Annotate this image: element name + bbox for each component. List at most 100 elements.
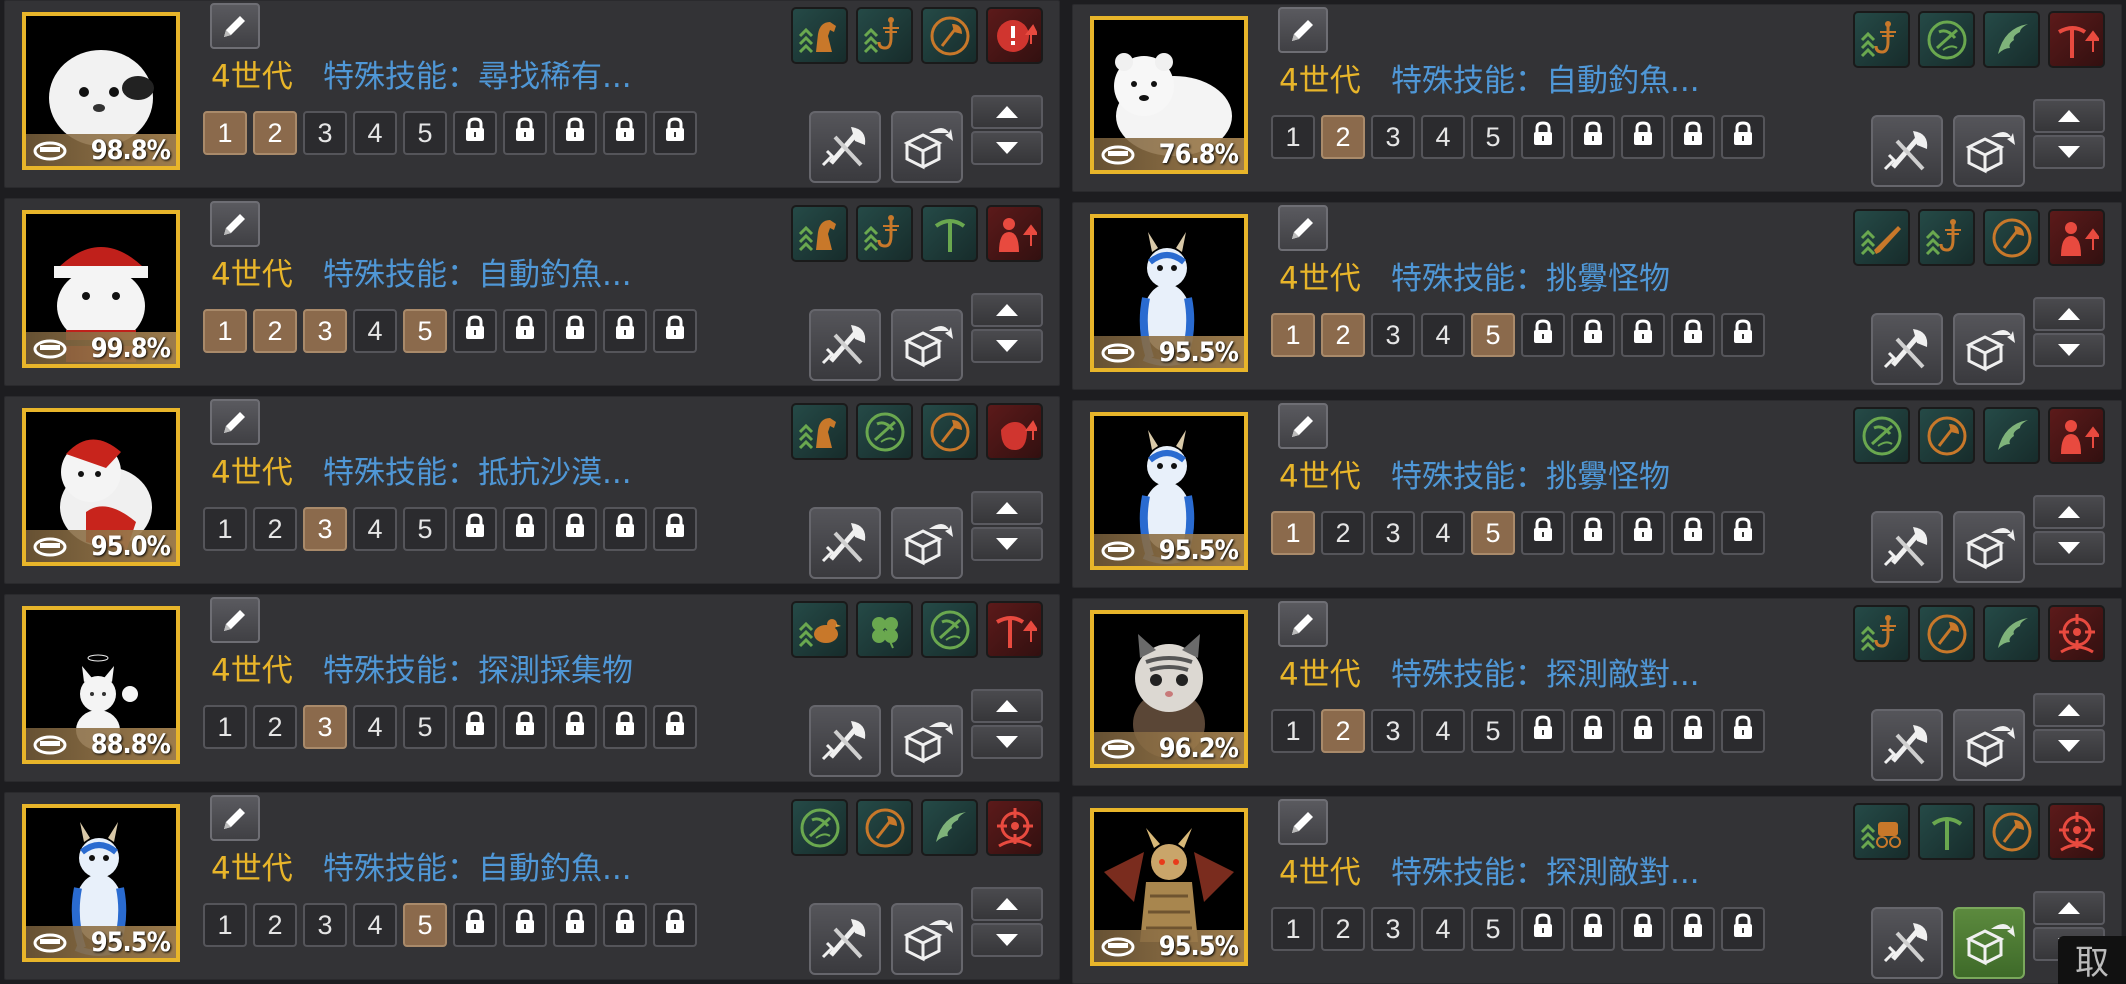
move-up-button[interactable] (2033, 693, 2105, 727)
move-up-button[interactable] (971, 689, 1043, 723)
skill-slot-4[interactable]: 4 (353, 309, 397, 353)
skill-slot-4[interactable]: 4 (353, 507, 397, 551)
ability-axe-icon[interactable] (856, 799, 913, 856)
skill-slot-3[interactable]: 3 (1371, 313, 1415, 357)
rename-button[interactable] (1278, 205, 1328, 251)
skill-slot-4[interactable]: 4 (1421, 313, 1465, 357)
skill-slot-5[interactable]: 5 (1471, 709, 1515, 753)
skill-slot-5[interactable]: 5 (1471, 511, 1515, 555)
rename-button[interactable] (1278, 601, 1328, 647)
ability-fishing-rank-icon[interactable] (856, 205, 913, 262)
swap-tool-button[interactable] (1871, 115, 1943, 187)
skill-slot-5[interactable]: 5 (1471, 115, 1515, 159)
ability-wing-icon[interactable] (1983, 11, 2040, 68)
swap-tool-button[interactable] (1871, 709, 1943, 781)
ability-red-bag-icon[interactable] (986, 403, 1043, 460)
pet-portrait[interactable]: 99.8% (22, 210, 180, 368)
skill-slot-5[interactable]: 5 (403, 903, 447, 947)
skill-slot-3[interactable]: 3 (303, 309, 347, 353)
skill-slot-1[interactable]: 1 (203, 903, 247, 947)
ability-axe-icon[interactable] (1983, 803, 2040, 860)
rename-button[interactable] (210, 3, 260, 49)
pet-card[interactable]: 76.8% 4世代 特殊技能：自動釣魚... 1 2 3 4 5 (1072, 4, 2122, 192)
pet-portrait[interactable]: 95.5% (1090, 412, 1248, 570)
swap-pack-button[interactable] (891, 507, 963, 579)
move-down-button[interactable] (971, 131, 1043, 165)
skill-slot-2[interactable]: 2 (1321, 115, 1365, 159)
swap-pack-button[interactable] (1953, 907, 2025, 979)
swap-tool-button[interactable] (1871, 313, 1943, 385)
skill-slot-5[interactable]: 5 (1471, 907, 1515, 951)
ability-clover-icon[interactable] (856, 601, 913, 658)
skill-slot-2[interactable]: 2 (1321, 511, 1365, 555)
ability-wing-icon[interactable] (1983, 407, 2040, 464)
skill-slot-5[interactable]: 5 (403, 705, 447, 749)
ability-red-pickaxe-up-icon[interactable] (2048, 11, 2105, 68)
pet-portrait[interactable]: 88.8% (22, 606, 180, 764)
skill-slot-3[interactable]: 3 (1371, 907, 1415, 951)
skill-slot-3[interactable]: 3 (1371, 115, 1415, 159)
pet-card[interactable]: 95.5% 4世代 特殊技能：自動釣魚... 1 2 3 4 5 (4, 792, 1060, 980)
pet-portrait[interactable]: 95.5% (1090, 808, 1248, 966)
skill-slot-4[interactable]: 4 (1421, 511, 1465, 555)
rename-button[interactable] (210, 399, 260, 445)
rename-button[interactable] (210, 597, 260, 643)
move-down-button[interactable] (971, 923, 1043, 957)
pet-portrait[interactable]: 76.8% (1090, 16, 1248, 174)
ability-gather-icon[interactable] (921, 601, 978, 658)
ability-gather-icon[interactable] (1918, 11, 1975, 68)
swap-tool-button[interactable] (809, 705, 881, 777)
skill-slot-1[interactable]: 1 (1271, 115, 1315, 159)
skill-slot-2[interactable]: 2 (253, 111, 297, 155)
skill-slot-2[interactable]: 2 (253, 705, 297, 749)
ability-gather-icon[interactable] (856, 403, 913, 460)
skill-slot-3[interactable]: 3 (303, 705, 347, 749)
ability-fishing-rank-icon[interactable] (1853, 11, 1910, 68)
ability-red-target-icon[interactable] (986, 799, 1043, 856)
ability-fishing-rank-icon[interactable] (1853, 605, 1910, 662)
skill-slot-1[interactable]: 1 (203, 507, 247, 551)
swap-pack-button[interactable] (1953, 115, 2025, 187)
ability-wing-icon[interactable] (921, 799, 978, 856)
skill-slot-4[interactable]: 4 (1421, 907, 1465, 951)
pet-card[interactable]: 98.8% 4世代 特殊技能：尋找稀有... 1 2 3 4 5 (4, 0, 1060, 188)
move-down-button[interactable] (971, 527, 1043, 561)
ability-red-person-up-icon[interactable] (2048, 209, 2105, 266)
skill-slot-1[interactable]: 1 (1271, 709, 1315, 753)
skill-slot-1[interactable]: 1 (203, 111, 247, 155)
skill-slot-4[interactable]: 4 (1421, 115, 1465, 159)
move-down-button[interactable] (2033, 135, 2105, 169)
move-up-button[interactable] (971, 491, 1043, 525)
skill-slot-5[interactable]: 5 (403, 507, 447, 551)
skill-slot-4[interactable]: 4 (353, 903, 397, 947)
ability-pickaxe-icon[interactable] (1918, 803, 1975, 860)
corner-tab[interactable]: 取 (2058, 936, 2126, 984)
skill-slot-2[interactable]: 2 (1321, 313, 1365, 357)
swap-tool-button[interactable] (809, 507, 881, 579)
move-up-button[interactable] (2033, 891, 2105, 925)
rename-button[interactable] (210, 795, 260, 841)
skill-slot-5[interactable]: 5 (1471, 313, 1515, 357)
skill-slot-1[interactable]: 1 (1271, 313, 1315, 357)
skill-slot-3[interactable]: 3 (303, 903, 347, 947)
skill-slot-2[interactable]: 2 (1321, 709, 1365, 753)
ability-wing-icon[interactable] (1983, 605, 2040, 662)
ability-red-target-icon[interactable] (2048, 605, 2105, 662)
move-down-button[interactable] (2033, 729, 2105, 763)
swap-pack-button[interactable] (1953, 511, 2025, 583)
ability-fishing-rank-icon[interactable] (856, 7, 913, 64)
skill-slot-2[interactable]: 2 (253, 507, 297, 551)
swap-tool-button[interactable] (809, 903, 881, 975)
ability-horse-rank-icon[interactable] (791, 205, 848, 262)
ability-red-person-up-icon[interactable] (986, 205, 1043, 262)
move-up-button[interactable] (971, 293, 1043, 327)
skill-slot-5[interactable]: 5 (403, 111, 447, 155)
swap-pack-button[interactable] (891, 309, 963, 381)
move-up-button[interactable] (2033, 99, 2105, 133)
skill-slot-1[interactable]: 1 (203, 705, 247, 749)
ability-red-pickaxe-up-icon[interactable] (986, 601, 1043, 658)
swap-pack-button[interactable] (891, 903, 963, 975)
skill-slot-3[interactable]: 3 (303, 507, 347, 551)
swap-pack-button[interactable] (1953, 313, 2025, 385)
skill-slot-3[interactable]: 3 (303, 111, 347, 155)
